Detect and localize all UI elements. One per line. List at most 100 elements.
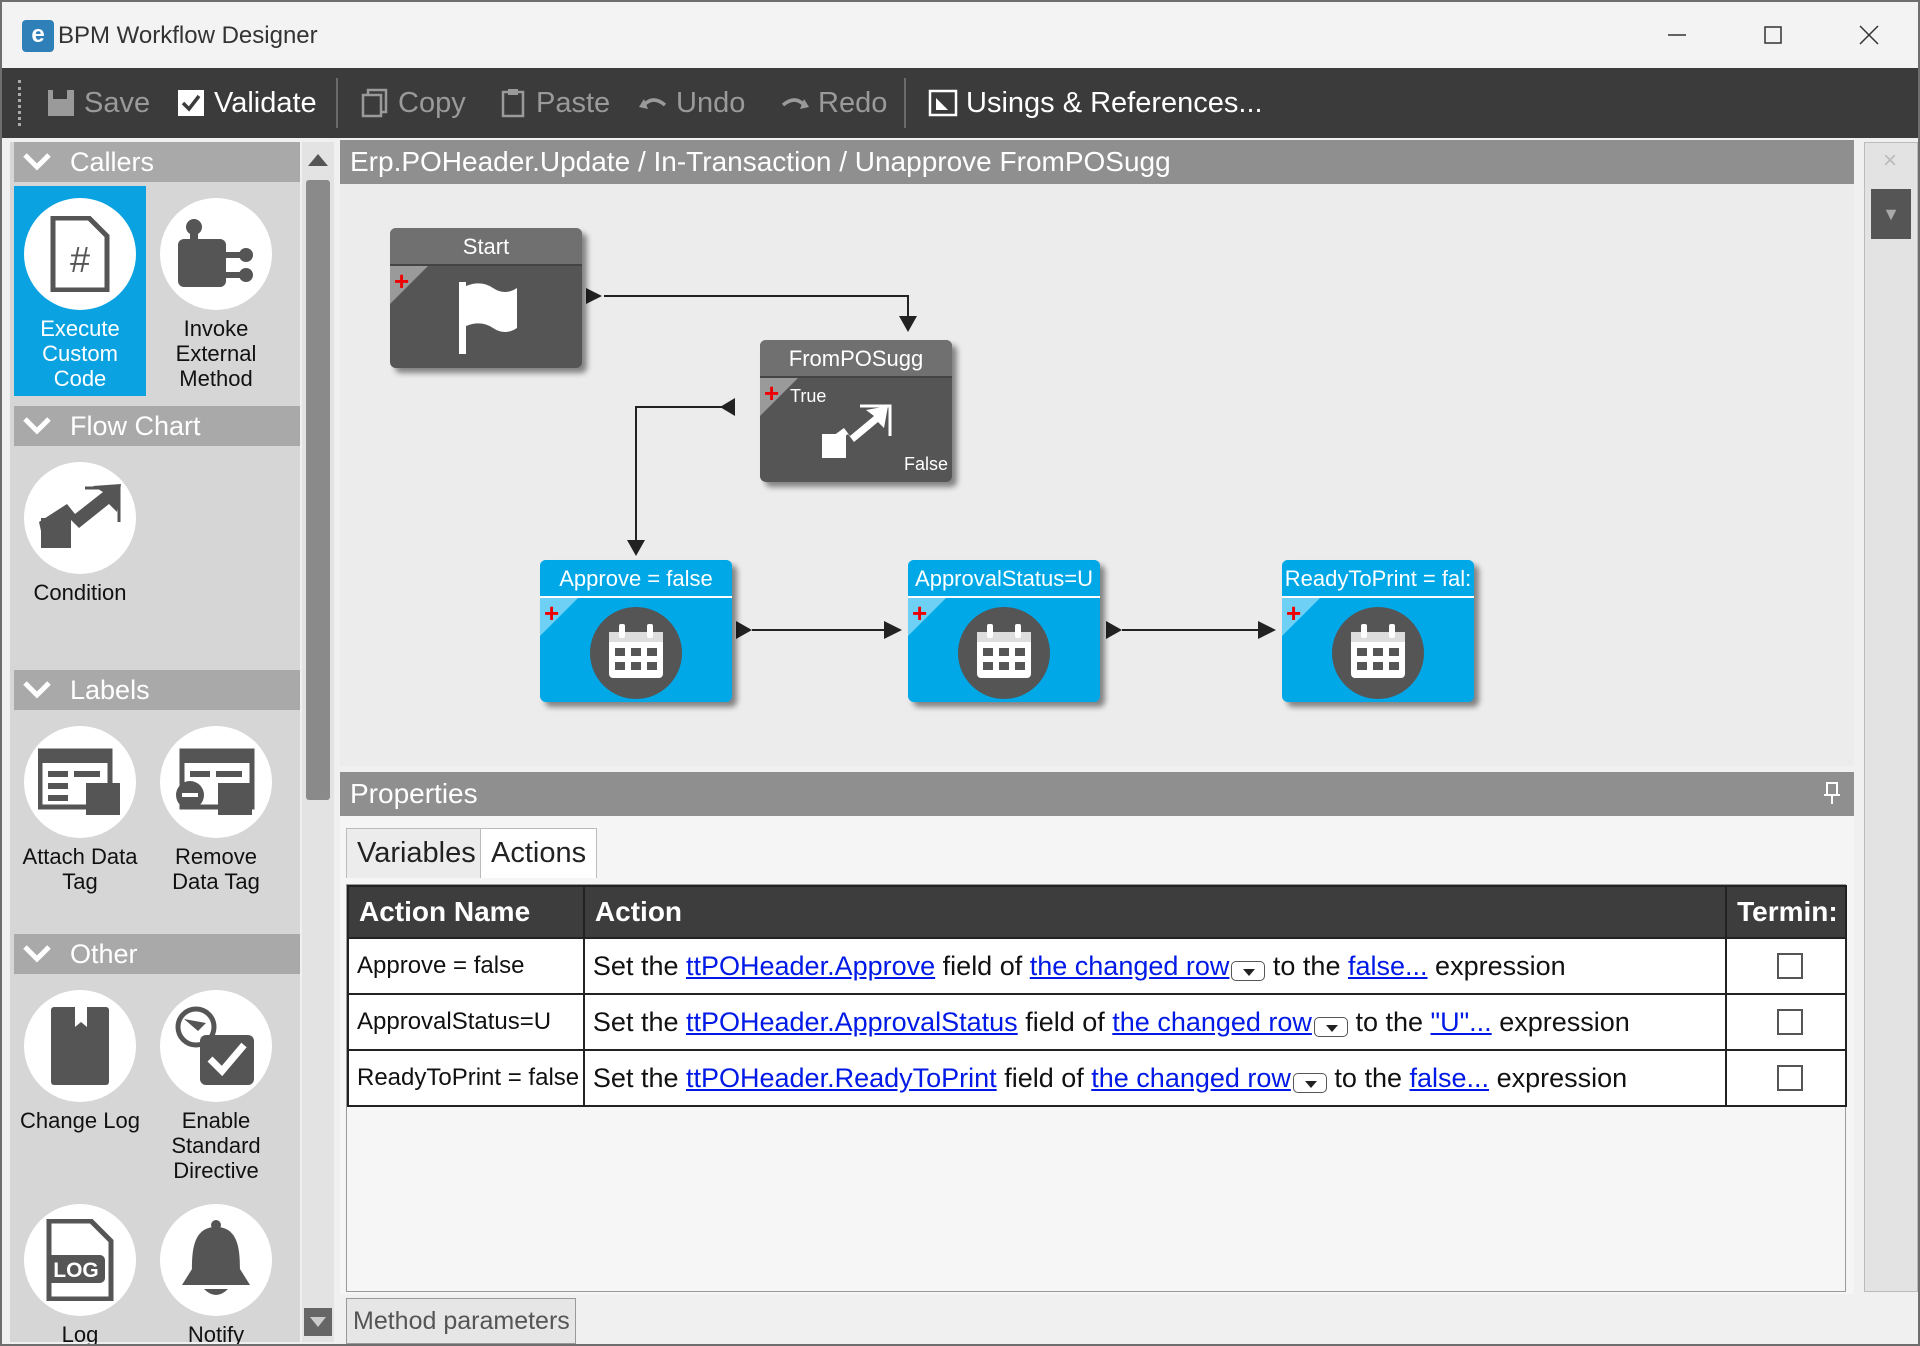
row-link[interactable]: the changed row [1091,1063,1291,1093]
validate-button[interactable]: Validate [176,68,317,138]
action-text: expression [1499,1006,1630,1037]
tool-enable-standard-directive[interactable]: Enable Standard Directive [150,978,282,1188]
column-header-terminate[interactable]: Termin: [1725,885,1847,939]
arrow-head [1258,621,1276,639]
action-text: to the [1272,950,1341,981]
action-node-ready-to-print[interactable]: ReadyToPrint = fal: + [1282,560,1474,702]
method-parameters-tab[interactable]: Method parameters [346,1298,576,1344]
column-header-action-name[interactable]: Action Name [347,885,585,939]
tool-invoke-external-method[interactable]: Invoke External Method [150,186,282,396]
usings-references-button[interactable]: Usings & References... [928,68,1263,138]
expression-link[interactable]: false... [1348,951,1428,981]
chevron-down-icon [22,679,56,701]
redo-label: Redo [818,86,888,119]
attach-data-tag-icon [24,726,136,838]
tool-change-log[interactable]: Change Log [14,978,146,1188]
action-node-title: Approve = false [540,560,732,598]
minimize-icon [1668,34,1686,36]
row-dropdown-icon[interactable] [1231,961,1266,982]
dropdown-arrow-icon[interactable]: ▼ [1871,189,1911,239]
tool-log[interactable]: LOG Log [14,1192,146,1344]
connector-port [720,398,735,416]
action-cell: Set the ttPOHeader.ReadyToPrint field of… [582,1049,1728,1107]
section-callers-header[interactable]: Callers [14,142,300,182]
paste-button[interactable]: Paste [500,68,610,138]
table-row[interactable]: Approve = false Set the ttPOHeader.Appro… [347,937,1847,995]
action-text: expression [1435,950,1566,981]
action-name-cell[interactable]: Approve = false [347,937,585,995]
action-name-cell[interactable]: ApprovalStatus=U [347,993,585,1051]
tool-label: Change Log [20,1108,140,1133]
minimize-button[interactable] [1642,12,1712,58]
workflow-breadcrumb: Erp.POHeader.Update / In-Transaction / U… [340,140,1854,184]
action-text: to the [1355,1006,1423,1037]
save-button[interactable]: Save [46,68,150,138]
palette-scrollbar[interactable] [302,142,334,1342]
start-node-title: Start [390,228,582,266]
start-node[interactable]: Start + [390,228,582,368]
close-icon [1859,25,1879,45]
close-button[interactable] [1834,12,1904,58]
activity-palette: Callers # Execute Custom Code Invoke Ext… [10,142,300,1344]
custom-code-icon: # [24,198,136,310]
scroll-up-icon[interactable] [302,146,334,176]
table-row[interactable]: ApprovalStatus=U Set the ttPOHeader.Appr… [347,993,1847,1051]
tool-notify[interactable]: Notify [150,1192,282,1344]
field-link[interactable]: ttPOHeader.Approve [686,951,935,981]
flag-icon [390,278,582,358]
section-labels-header[interactable]: Labels [14,670,300,710]
row-link[interactable]: the changed row [1030,951,1230,981]
toolbar-separator [336,78,338,128]
tool-condition[interactable]: Condition [14,450,146,660]
row-dropdown-icon[interactable] [1313,1017,1348,1038]
redo-button[interactable]: Redo [780,68,887,138]
tab-actions[interactable]: Actions [480,828,598,878]
pin-icon[interactable] [1824,782,1840,810]
copy-button[interactable]: Copy [360,68,466,138]
undo-button[interactable]: Undo [638,68,745,138]
tool-remove-data-tag[interactable]: Remove Data Tag [150,714,282,924]
workflow-canvas[interactable]: Start + FromPOSugg + True False Approve … [340,184,1854,766]
action-name-cell[interactable]: ReadyToPrint = false [347,1049,585,1107]
field-link[interactable]: ttPOHeader.ReadyToPrint [686,1063,997,1093]
palette-scroll-thumb[interactable] [306,180,330,800]
chevron-down-icon [22,151,56,173]
field-link[interactable]: ttPOHeader.ApprovalStatus [686,1007,1018,1037]
scroll-down-icon[interactable] [302,1306,334,1336]
terminate-checkbox[interactable] [1777,1009,1804,1035]
tool-label: Invoke External Method [175,316,257,391]
tool-execute-custom-code[interactable]: # Execute Custom Code [14,186,146,396]
toolbar-grip[interactable] [18,80,22,126]
close-icon[interactable]: × [1883,147,1897,175]
maximize-button[interactable] [1738,12,1808,58]
tab-variables[interactable]: Variables [346,828,487,878]
section-flow-chart-header[interactable]: Flow Chart [14,406,300,446]
section-other-header[interactable]: Other [14,934,300,974]
column-header-action[interactable]: Action [582,885,1728,939]
svg-text:#: # [70,239,90,280]
arrow-head [627,540,645,556]
tool-label: Notify [187,1322,245,1346]
terminate-checkbox[interactable] [1777,1065,1804,1091]
expression-link[interactable]: "U"... [1431,1007,1492,1037]
expression-link[interactable]: false... [1410,1063,1490,1093]
set-field-calendar-icon [1282,606,1474,700]
condition-node[interactable]: FromPOSugg + True False [760,340,952,482]
section-other-label: Other [70,938,138,969]
tool-label: Execute Custom Code [40,316,120,391]
tool-attach-data-tag[interactable]: Attach Data Tag [14,714,146,924]
row-link[interactable]: the changed row [1112,1007,1312,1037]
connector-port [586,288,602,304]
table-row[interactable]: ReadyToPrint = false Set the ttPOHeader.… [347,1049,1847,1107]
terminate-checkbox[interactable] [1777,953,1804,979]
app-logo-icon: e [22,20,54,52]
action-node-approve[interactable]: Approve = false + [540,560,732,702]
properties-title: Properties [350,778,478,809]
section-callers-label: Callers [70,146,155,177]
tool-label: Remove Data Tag [172,844,260,894]
tool-label: Attach Data Tag [22,844,138,894]
row-dropdown-icon[interactable] [1292,1073,1327,1094]
action-text: expression [1496,1062,1628,1093]
action-node-approval-status[interactable]: ApprovalStatus=U + [908,560,1100,702]
copy-icon [360,88,390,118]
